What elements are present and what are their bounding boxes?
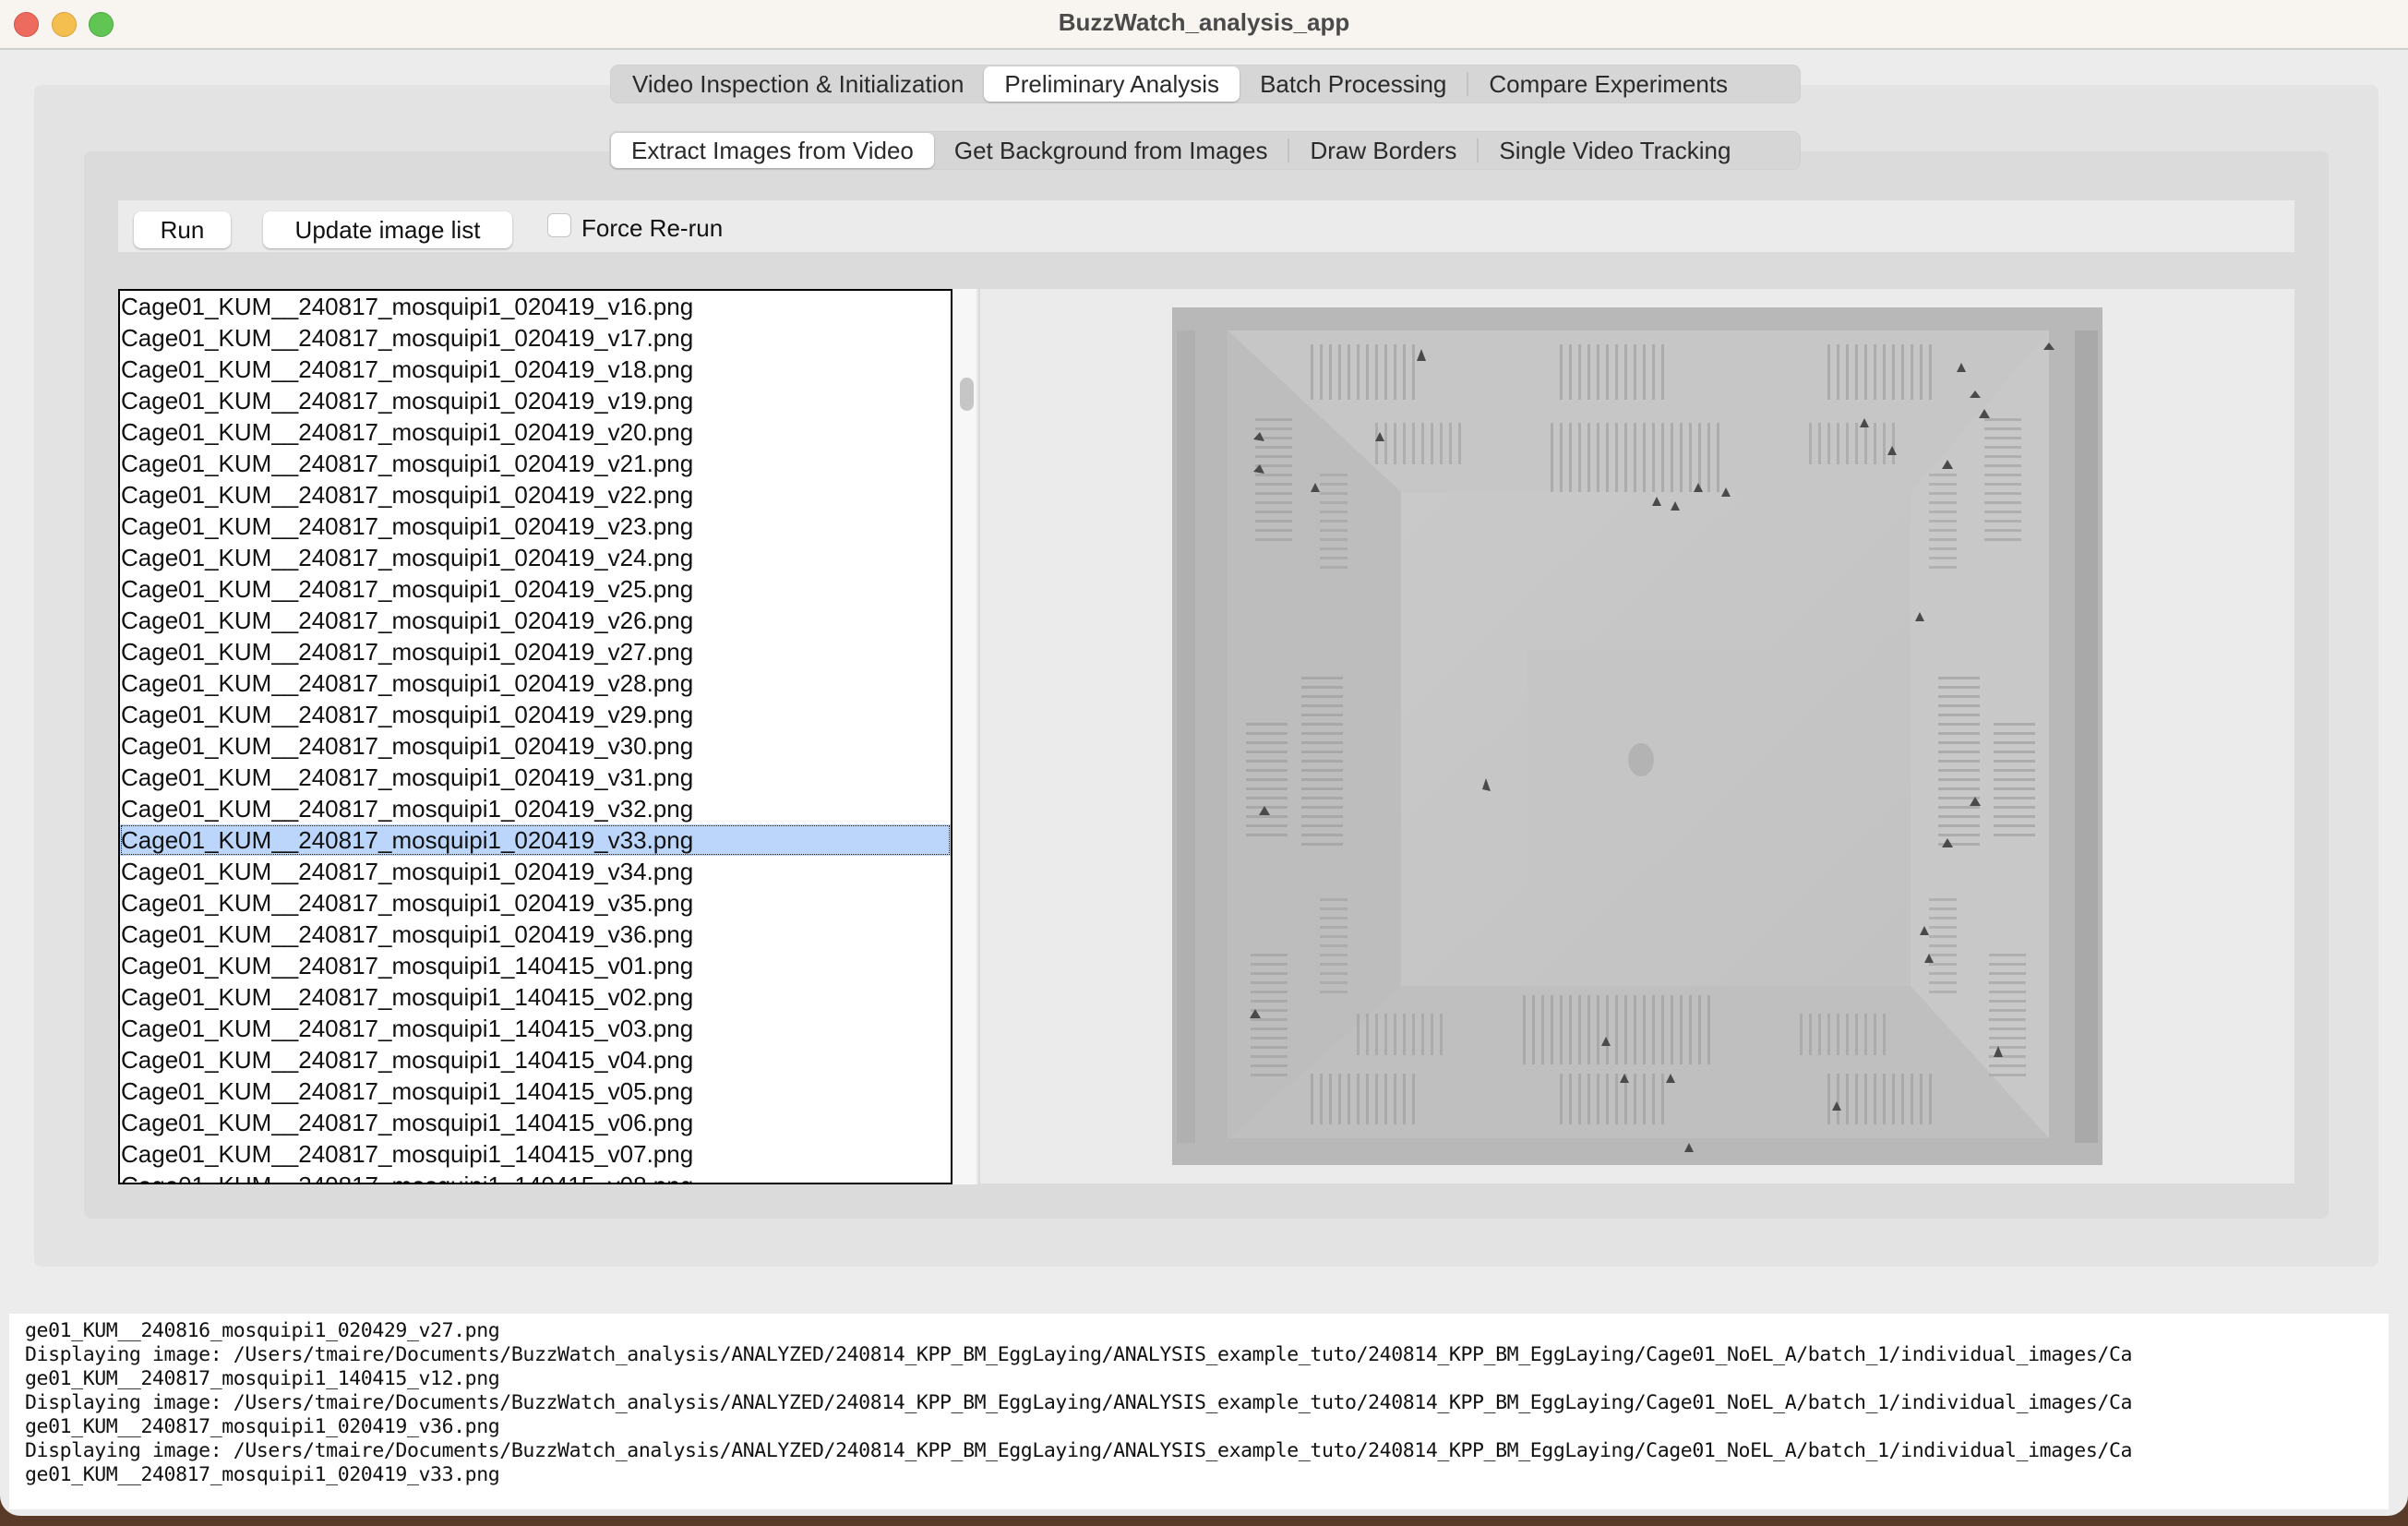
list-item[interactable]: Cage01_KUM__240817_mosquipi1_020419_v23.… — [120, 511, 951, 542]
list-item[interactable]: Cage01_KUM__240817_mosquipi1_140415_v01.… — [120, 950, 951, 981]
list-item[interactable]: Cage01_KUM__240817_mosquipi1_140415_v07.… — [120, 1138, 951, 1170]
list-item-selected[interactable]: Cage01_KUM__240817_mosquipi1_020419_v33.… — [120, 824, 951, 856]
tab-batch-processing[interactable]: Batch Processing — [1240, 66, 1467, 102]
tab-extract-images[interactable]: Extract Images from Video — [611, 133, 934, 168]
list-item[interactable]: Cage01_KUM__240817_mosquipi1_020419_v29.… — [120, 699, 951, 730]
tab-compare-experiments[interactable]: Compare Experiments — [1468, 66, 1748, 102]
list-item[interactable]: Cage01_KUM__240817_mosquipi1_020419_v34.… — [120, 856, 951, 887]
list-item[interactable]: Cage01_KUM__240817_mosquipi1_020419_v32.… — [120, 793, 951, 824]
tab-video-inspection[interactable]: Video Inspection & Initialization — [612, 66, 984, 102]
list-item[interactable]: Cage01_KUM__240817_mosquipi1_020419_v21.… — [120, 448, 951, 479]
run-button[interactable]: Run — [134, 211, 231, 248]
list-item[interactable]: Cage01_KUM__240817_mosquipi1_020419_v30.… — [120, 730, 951, 762]
log-line: Displaying image: /Users/tmaire/Document… — [25, 1343, 2133, 1366]
sub-tab-bar: Extract Images from Video Get Background… — [609, 131, 1801, 170]
title-bar: BuzzWatch_analysis_app — [0, 0, 2408, 50]
log-line: ge01_KUM__240817_mosquipi1_020419_v36.pn… — [25, 1415, 500, 1438]
list-item[interactable]: Cage01_KUM__240817_mosquipi1_140415_v06.… — [120, 1107, 951, 1138]
toolbar: Run Update image list Force Re-run — [118, 200, 2294, 252]
listbox-scrollbar[interactable] — [952, 289, 978, 1184]
list-item[interactable]: Cage01_KUM__240817_mosquipi1_020419_v18.… — [120, 354, 951, 385]
tab-preliminary-analysis[interactable]: Preliminary Analysis — [984, 66, 1240, 102]
list-item[interactable]: Cage01_KUM__240817_mosquipi1_020419_v35.… — [120, 887, 951, 919]
log-line: ge01_KUM__240817_mosquipi1_140415_v12.pn… — [25, 1367, 500, 1390]
cage-preview-image — [1172, 307, 2103, 1165]
list-item[interactable]: Cage01_KUM__240817_mosquipi1_140415_v04.… — [120, 1044, 951, 1075]
image-listbox[interactable]: Cage01_KUM__240817_mosquipi1_020419_v16.… — [118, 289, 952, 1184]
list-item[interactable]: Cage01_KUM__240817_mosquipi1_140415_v05.… — [120, 1075, 951, 1107]
list-item[interactable]: Cage01_KUM__240817_mosquipi1_020419_v16.… — [120, 291, 951, 322]
list-item[interactable]: Cage01_KUM__240817_mosquipi1_020419_v28.… — [120, 667, 951, 699]
force-rerun-checkbox[interactable] — [547, 213, 571, 237]
log-line: ge01_KUM__240816_mosquipi1_020429_v27.pn… — [25, 1319, 500, 1342]
list-item[interactable]: Cage01_KUM__240817_mosquipi1_020419_v27.… — [120, 636, 951, 667]
cage-image-drawing — [1172, 307, 2103, 1165]
tab-draw-borders[interactable]: Draw Borders — [1289, 133, 1477, 168]
list-item[interactable]: Cage01_KUM__240817_mosquipi1_020419_v22.… — [120, 479, 951, 511]
list-item[interactable]: Cage01_KUM__240817_mosquipi1_020419_v20.… — [120, 416, 951, 448]
list-item[interactable]: Cage01_KUM__240817_mosquipi1_020419_v24.… — [120, 542, 951, 573]
log-line: ge01_KUM__240817_mosquipi1_020419_v33.pn… — [25, 1463, 500, 1486]
log-line: Displaying image: /Users/tmaire/Document… — [25, 1391, 2133, 1414]
tab-single-video-tracking[interactable]: Single Video Tracking — [1479, 133, 1751, 168]
update-image-list-button[interactable]: Update image list — [263, 211, 512, 248]
tab-get-background[interactable]: Get Background from Images — [934, 133, 1288, 168]
list-item[interactable]: Cage01_KUM__240817_mosquipi1_020419_v19.… — [120, 385, 951, 416]
window-title: BuzzWatch_analysis_app — [1058, 8, 1350, 36]
list-item[interactable]: Cage01_KUM__240817_mosquipi1_020419_v17.… — [120, 322, 951, 354]
image-preview-panel — [980, 289, 2294, 1184]
main-tab-bar: Video Inspection & Initialization Prelim… — [610, 65, 1801, 103]
list-item[interactable]: Cage01_KUM__240817_mosquipi1_140415_v08.… — [120, 1170, 951, 1183]
app-window: BuzzWatch_analysis_app Video Inspection … — [0, 0, 2408, 1516]
list-item[interactable]: Cage01_KUM__240817_mosquipi1_020419_v36.… — [120, 919, 951, 950]
force-rerun-label: Force Re-run — [581, 214, 724, 242]
list-item[interactable]: Cage01_KUM__240817_mosquipi1_020419_v25.… — [120, 573, 951, 605]
log-output[interactable]: ge01_KUM__240816_mosquipi1_020429_v27.pn… — [9, 1314, 2389, 1509]
list-item[interactable]: Cage01_KUM__240817_mosquipi1_020419_v31.… — [120, 762, 951, 793]
list-item[interactable]: Cage01_KUM__240817_mosquipi1_140415_v02.… — [120, 981, 951, 1013]
scrollbar-thumb[interactable] — [960, 378, 974, 411]
list-item[interactable]: Cage01_KUM__240817_mosquipi1_140415_v03.… — [120, 1013, 951, 1044]
log-line: Displaying image: /Users/tmaire/Document… — [25, 1439, 2133, 1462]
list-item[interactable]: Cage01_KUM__240817_mosquipi1_020419_v26.… — [120, 605, 951, 636]
